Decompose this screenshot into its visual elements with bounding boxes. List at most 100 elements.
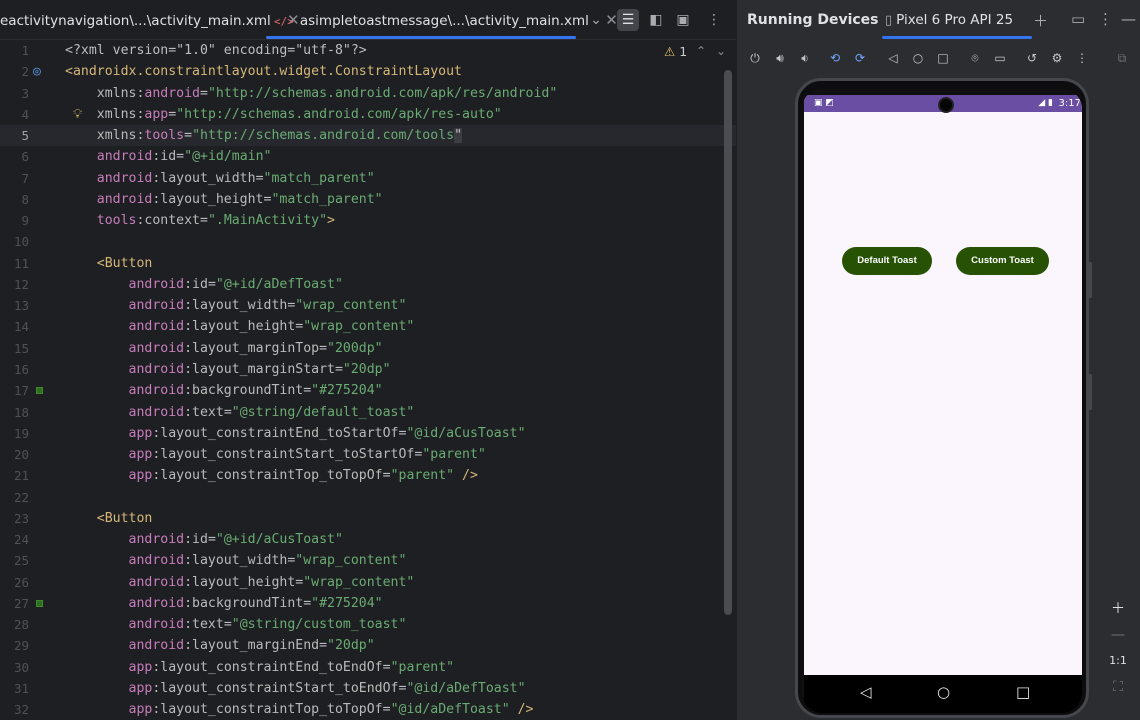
code-line[interactable]: 19 app:layout_constraintEnd_toStartOf="@…: [0, 423, 736, 444]
code-text: android:id="@+id/aDefToast": [65, 274, 343, 295]
line-number: 29: [13, 638, 29, 654]
more-options-icon[interactable]: ⋮: [1073, 49, 1091, 67]
code-text: app:layout_constraintEnd_toStartOf="@id/…: [65, 423, 526, 444]
rotate-right-icon[interactable]: ⟳: [851, 49, 869, 67]
tab-simple-toast-message[interactable]: </> asimpletoastmessage\...\activity_main…: [274, 0, 618, 40]
screen-record-icon[interactable]: ▭: [991, 49, 1009, 67]
mirror-icon[interactable]: ⧉: [1113, 49, 1131, 67]
code-token: =: [255, 170, 264, 186]
code-area[interactable]: 1 <?xml version="1.0" encoding="utf-8"?> 2…: [0, 40, 736, 720]
back-icon[interactable]: ◁: [860, 683, 872, 701]
power-icon[interactable]: ⏻: [746, 49, 764, 67]
code-line[interactable]: 21 app:layout_constraintTop_toTopOf="par…: [0, 465, 736, 486]
zoom-controls: ＋ — 1:1 ⛶: [1105, 596, 1131, 700]
screenshot-icon[interactable]: ⌾: [966, 49, 984, 67]
code-line[interactable]: 12 android:id="@+id/aDefToast": [0, 274, 736, 295]
device-tab[interactable]: ▯ Pixel 6 Pro API 25: [885, 12, 1013, 28]
back-icon[interactable]: ◁: [884, 49, 902, 67]
code-line[interactable]: 30 app:layout_constraintEnd_toEndOf="par…: [0, 657, 736, 678]
code-line[interactable]: 15 android:layout_marginTop="200dp": [0, 338, 736, 359]
line-number: 1: [21, 43, 29, 58]
code-line[interactable]: 9 tools:context=".MainActivity">: [0, 210, 736, 231]
minimize-icon[interactable]: —: [1121, 10, 1136, 28]
code-text: app:layout_constraintEnd_toEndOf="parent…: [65, 657, 455, 678]
more-options-icon[interactable]: ⋮: [703, 9, 725, 31]
color-swatch-icon[interactable]: [36, 387, 43, 395]
tab-label: asimpletoastmessage\...\activity_main.xm…: [299, 13, 589, 29]
line-number: 24: [13, 532, 29, 548]
running-devices-panel: Running Devices ▯ Pixel 6 Pro API 25 ＋ ▭ …: [736, 0, 1140, 720]
split-view-icon[interactable]: ◧: [645, 9, 667, 31]
volume-down-icon[interactable]: 🔉︎: [796, 49, 814, 67]
device-frame-edge: [1089, 374, 1092, 410]
tab-activity-navigation[interactable]: eactivitynavigation\...\activity_main.xm…: [0, 0, 300, 40]
code-line[interactable]: 20 app:layout_constraintStart_toStartOf=…: [0, 444, 736, 465]
layout-gutter-icon[interactable]: ◎: [33, 61, 41, 82]
code-token: ": [454, 128, 463, 144]
code-line[interactable]: 29 android:layout_marginEnd="20dp": [0, 635, 736, 656]
rotate-left-icon[interactable]: ⟲: [826, 49, 844, 67]
design-view-icon[interactable]: ▣: [672, 9, 694, 31]
snapshot-icon[interactable]: ↺: [1023, 49, 1041, 67]
code-line[interactable]: 32 app:layout_constraintTop_toTopOf="@id…: [0, 699, 736, 720]
code-token: android: [128, 319, 185, 335]
code-token: android: [128, 595, 185, 611]
code-line[interactable]: 16 android:layout_marginStart="20dp": [0, 359, 736, 380]
code-line[interactable]: 8 android:layout_height="match_parent": [0, 189, 736, 210]
code-line[interactable]: 13 android:layout_width="wrap_content": [0, 295, 736, 316]
code-line[interactable]: 14 android:layout_height="wrap_content": [0, 316, 736, 337]
add-device-icon[interactable]: ＋: [1033, 10, 1048, 31]
code-view-icon[interactable]: ☰: [617, 9, 639, 31]
close-icon[interactable]: ✕: [605, 11, 618, 29]
home-icon[interactable]: ○: [937, 683, 950, 701]
code-token: "@id/aCusToast": [406, 425, 526, 441]
custom-toast-button[interactable]: Custom Toast: [956, 247, 1049, 275]
code-token: "#275204": [311, 595, 383, 611]
line-number: 9: [21, 213, 29, 229]
code-token: "parent": [390, 468, 455, 484]
code-line[interactable]: 1 <?xml version="1.0" encoding="utf-8"?>: [0, 40, 736, 61]
code-text: android:layout_width="wrap_content": [65, 550, 407, 571]
default-toast-button[interactable]: Default Toast: [842, 247, 932, 275]
code-line[interactable]: 24 android:id="@+id/aCusToast": [0, 529, 736, 550]
zoom-reset-button[interactable]: 1:1: [1105, 648, 1131, 674]
code-token: android: [128, 298, 185, 314]
home-icon[interactable]: ○: [909, 49, 927, 67]
device-screen[interactable]: ▣ ◩ ◢ ▮ 3:17 Default Toast Custom Toast: [804, 95, 1082, 675]
code-line[interactable]: 17 android:backgroundTint="#275204": [0, 380, 736, 401]
extended-controls-icon[interactable]: ⚙: [1048, 49, 1066, 67]
chevron-down-icon[interactable]: ⌄: [585, 9, 607, 31]
code-text: android:layout_height="wrap_content": [65, 316, 415, 337]
code-line[interactable]: 18 android:text="@string/default_toast": [0, 402, 736, 423]
code-line[interactable]: 3 xmlns:android="http://schemas.android.…: [0, 83, 736, 104]
zoom-out-icon[interactable]: —: [1105, 622, 1131, 648]
recents-icon[interactable]: □: [1016, 683, 1030, 701]
code-line[interactable]: 2 ◎ <androidx.constraintlayout.widget.Cons…: [0, 61, 736, 82]
line-number: 13: [13, 298, 29, 314]
code-line[interactable]: 5 xmlns:tools="http://schemas.android.co…: [0, 125, 736, 147]
color-swatch-icon[interactable]: [36, 599, 43, 607]
code-line[interactable]: 28 android:text="@string/custom_toast": [0, 614, 736, 635]
code-line[interactable]: 6 android:id="@+id/main": [0, 146, 736, 167]
code-line[interactable]: 22: [0, 487, 736, 508]
code-line[interactable]: 11 <Button: [0, 253, 736, 274]
code-line[interactable]: 27 android:backgroundTint="#275204": [0, 593, 736, 614]
fit-screen-icon[interactable]: ⛶: [1105, 674, 1131, 700]
code-line[interactable]: 25 android:layout_width="wrap_content": [0, 550, 736, 571]
overview-icon[interactable]: □: [934, 49, 952, 67]
line-number: 2: [21, 64, 29, 80]
code-line[interactable]: 26 android:layout_height="wrap_content": [0, 572, 736, 593]
editor-scrollbar[interactable]: [724, 70, 732, 615]
code-line[interactable]: 10: [0, 231, 736, 252]
code-line[interactable]: 31 app:layout_constraintStart_toEndOf="@…: [0, 678, 736, 699]
zoom-in-icon[interactable]: ＋: [1105, 596, 1131, 622]
volume-up-icon[interactable]: 🔊︎: [771, 49, 789, 67]
code-line[interactable]: 4 💡︎ xmlns:app="http://schemas.android.co…: [0, 104, 736, 125]
more-options-icon[interactable]: ⋮: [1098, 10, 1113, 28]
code-line[interactable]: 23 <Button: [0, 508, 736, 529]
window-icon[interactable]: ▭: [1071, 10, 1085, 28]
code-line[interactable]: 7 android:layout_width="match_parent": [0, 168, 736, 189]
